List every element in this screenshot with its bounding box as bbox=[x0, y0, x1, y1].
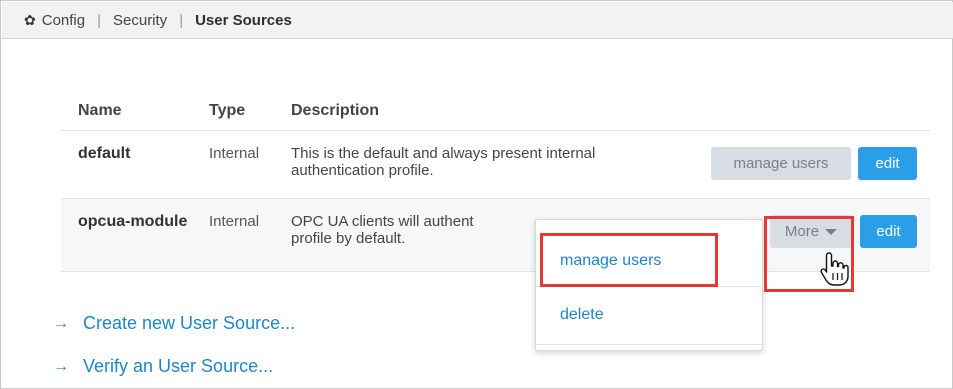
row-type: Internal bbox=[209, 145, 260, 162]
header-type: Type bbox=[209, 101, 246, 119]
breadcrumb-config[interactable]: Config bbox=[42, 12, 85, 29]
row-type: Internal bbox=[209, 213, 260, 230]
breadcrumb-current: User Sources bbox=[195, 11, 292, 29]
dropdown-divider bbox=[536, 344, 762, 345]
edit-button[interactable]: edit bbox=[860, 215, 917, 248]
row-description: This is the default and always present i… bbox=[291, 145, 596, 179]
user-sources-table: Name Type Description default Internal T… bbox=[61, 91, 930, 272]
dropdown-item-delete[interactable]: delete bbox=[536, 306, 762, 324]
create-user-source-link[interactable]: → Create new User Source... bbox=[53, 313, 295, 334]
manage-users-button[interactable]: manage users bbox=[711, 147, 851, 180]
dropdown-item-manage-users[interactable]: manage users bbox=[536, 252, 762, 270]
arrow-right-icon: → bbox=[53, 314, 69, 332]
header-name: Name bbox=[78, 101, 122, 119]
more-button[interactable]: More bbox=[770, 215, 852, 248]
row-name: default bbox=[78, 145, 131, 162]
breadcrumb-separator: | bbox=[179, 11, 184, 29]
header-description: Description bbox=[291, 101, 380, 119]
arrow-right-icon: → bbox=[53, 357, 69, 375]
verify-user-source-label: Verify an User Source... bbox=[83, 356, 274, 376]
more-label: More bbox=[784, 223, 820, 240]
more-dropdown-menu: manage users delete bbox=[535, 219, 763, 351]
table-row: default Internal This is the default and… bbox=[61, 131, 930, 199]
edit-button[interactable]: edit bbox=[858, 147, 917, 180]
row-name: opcua-module bbox=[78, 213, 188, 230]
table-row: opcua-module Internal OPC UA clients wil… bbox=[61, 199, 930, 272]
create-user-source-label: Create new User Source... bbox=[83, 313, 296, 333]
breadcrumb: ✿ Config | Security | User Sources bbox=[2, 2, 953, 39]
caret-down-icon bbox=[825, 228, 838, 235]
breadcrumb-security[interactable]: Security bbox=[113, 12, 167, 29]
breadcrumb-separator: | bbox=[97, 11, 101, 29]
table-header: Name Type Description bbox=[61, 91, 930, 131]
dropdown-divider bbox=[536, 286, 762, 287]
gear-icon: ✿ bbox=[24, 12, 36, 28]
hand-cursor-icon bbox=[820, 252, 849, 286]
page-frame: ✿ Config | Security | User Sources Name … bbox=[0, 0, 953, 389]
verify-user-source-link[interactable]: → Verify an User Source... bbox=[53, 356, 273, 377]
